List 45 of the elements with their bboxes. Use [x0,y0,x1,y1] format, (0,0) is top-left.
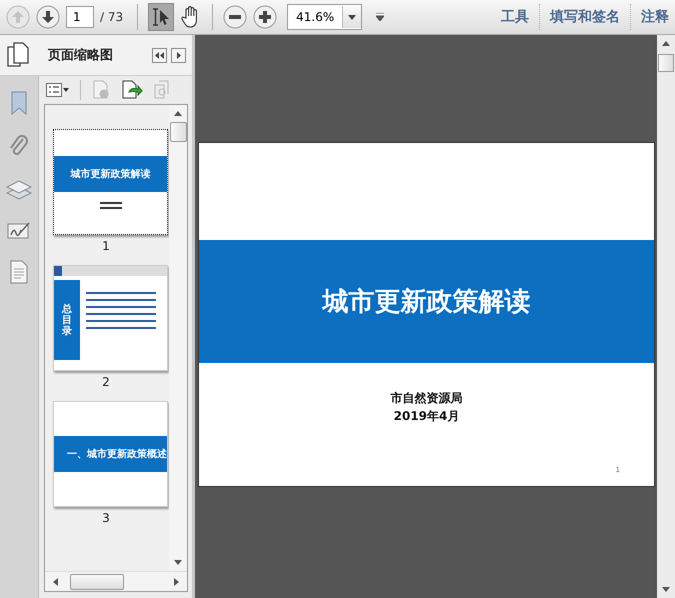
document-scrollbar[interactable] [657,35,675,598]
page-thumbnail[interactable]: 城市更新政策解读 [53,129,168,235]
scroll-thumb[interactable] [70,574,124,590]
page-total: / 73 [100,10,124,24]
document-icon[interactable] [9,260,29,284]
thumbnail-title: 一、城市更新政策概述 [67,447,167,461]
toolbar-link[interactable]: 填写和签名 [550,8,620,26]
collapse-icon[interactable] [152,48,167,62]
scroll-right-icon[interactable] [174,578,179,586]
thumbnail-text-lines [86,292,156,329]
author-text: 市自然资源局 [390,390,462,407]
caret-icon[interactable] [348,14,356,20]
thumbnail-title: 城市更新政策解读 [70,167,150,180]
expand-icon[interactable] [171,48,186,62]
pages-icon[interactable] [6,42,30,68]
thumbnail-label: 3 [102,511,110,525]
scroll-thumb[interactable] [170,122,186,142]
caret-icon[interactable] [376,13,384,21]
zoom-out-icon[interactable] [223,5,248,29]
thumbnail-text-lines [100,202,122,208]
options-icon[interactable] [46,83,70,97]
scroll-up-icon[interactable] [662,41,670,46]
thumbnail-label: 2 [102,375,110,389]
thumbnail-label: 1 [102,239,110,253]
scroll-up-icon[interactable] [174,111,182,116]
date-text: 2019年4月 [394,408,460,425]
page-thumbnail[interactable]: 总目录 [53,265,168,371]
zoom-dropdown[interactable]: 41.6% [287,4,362,30]
toolbar-link[interactable]: 工具 [501,8,529,26]
layers-icon[interactable] [6,178,32,202]
scroll-thumb[interactable] [658,54,674,72]
select-tool-button[interactable] [148,3,174,31]
toolbar-link[interactable]: 注释 [641,8,669,26]
scroll-down-icon[interactable] [662,587,670,592]
page-thumbnail[interactable]: 一、城市更新政策概述 [53,401,168,507]
scroll-left-icon[interactable] [53,578,58,586]
thumbnail-title: 总目录 [62,304,72,336]
panel-title: 页面缩略图 [48,46,114,64]
zoom-in-icon[interactable] [253,5,278,29]
horizontal-scrollbar[interactable] [45,571,187,591]
scroll-down-icon[interactable] [174,560,182,565]
rotate-page-icon[interactable] [121,80,143,100]
vertical-scrollbar[interactable] [169,105,187,571]
page-title: 城市更新政策解读 [322,286,530,319]
page-number-field[interactable]: 1 [66,6,94,28]
